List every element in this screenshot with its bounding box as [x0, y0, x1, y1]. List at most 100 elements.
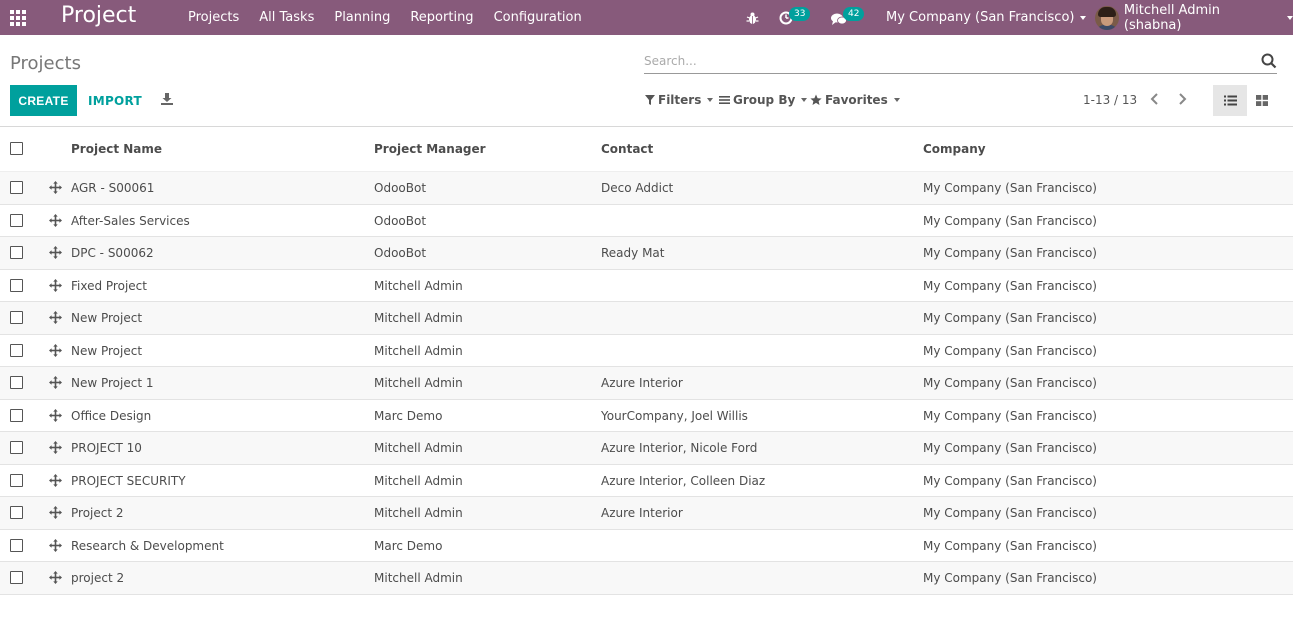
chevron-left-icon[interactable] [1149, 91, 1161, 107]
table-row[interactable]: Fixed Project Mitchell Admin My Company … [0, 270, 1293, 302]
search-bar [644, 50, 1277, 74]
pager-value[interactable]: 1-13 / 13 [1083, 93, 1137, 107]
drag-handle-icon[interactable] [49, 181, 62, 194]
cell-company: My Company (San Francisco) [923, 506, 1097, 520]
control-panel: Projects CREATE IMPORT Filters Group By … [0, 35, 1293, 127]
avatar [1095, 5, 1119, 30]
row-checkbox[interactable] [10, 213, 23, 227]
row-checkbox[interactable] [10, 343, 23, 357]
cell-project-manager: Marc Demo [374, 538, 443, 553]
column-header-project-manager[interactable]: Project Manager [374, 142, 486, 156]
cell-project-manager: OdooBot [374, 246, 427, 260]
drag-handle-icon[interactable] [49, 376, 62, 389]
menu-planning[interactable]: Planning [334, 0, 390, 35]
user-menu[interactable]: Mitchell Admin (shabna) [1095, 2, 1293, 33]
drag-handle-icon[interactable] [49, 538, 62, 552]
group-by-dropdown[interactable]: Group By [719, 93, 808, 107]
activity-count-badge: 33 [789, 7, 811, 21]
table-row[interactable]: Project 2 Mitchell Admin Azure Interior … [0, 497, 1293, 530]
debug-bug-icon[interactable] [746, 10, 759, 29]
row-checkbox[interactable] [10, 538, 23, 552]
favorites-dropdown[interactable]: Favorites [810, 93, 900, 107]
drag-handle-icon[interactable] [49, 213, 62, 227]
row-checkbox[interactable] [10, 506, 23, 519]
drag-handle-icon[interactable] [49, 473, 62, 487]
drag-handle-icon[interactable] [49, 571, 62, 584]
cell-project-manager: Mitchell Admin [374, 376, 463, 390]
menu-reporting[interactable]: Reporting [410, 0, 473, 35]
menu-configuration[interactable]: Configuration [494, 0, 582, 35]
column-header-contact[interactable]: Contact [601, 142, 653, 156]
drag-handle-icon[interactable] [49, 441, 62, 454]
company-name: My Company (San Francisco) [886, 10, 1075, 25]
drag-handle-icon[interactable] [49, 343, 62, 357]
menu-projects[interactable]: Projects [188, 0, 239, 35]
download-icon[interactable] [160, 92, 174, 106]
chevron-down-icon [1080, 15, 1087, 20]
table-row[interactable]: PROJECT SECURITY Mitchell Admin Azure In… [0, 465, 1293, 497]
apps-menu-icon[interactable] [10, 10, 26, 26]
search-input[interactable] [644, 50, 1244, 72]
table-row[interactable]: New Project 1 Mitchell Admin Azure Inter… [0, 367, 1293, 400]
table-row[interactable]: New Project Mitchell Admin My Company (S… [0, 335, 1293, 367]
bars-icon [719, 96, 730, 104]
drag-handle-icon[interactable] [49, 278, 62, 292]
cell-company: My Company (San Francisco) [923, 311, 1097, 325]
table-row[interactable]: DPC - S00062 OdooBot Ready Mat My Compan… [0, 237, 1293, 270]
menu-all-tasks[interactable]: All Tasks [259, 0, 314, 35]
cell-contact: YourCompany, Joel Willis [601, 408, 748, 423]
row-checkbox[interactable] [10, 278, 23, 292]
drag-handle-icon[interactable] [49, 506, 62, 519]
breadcrumb: Projects [10, 53, 81, 74]
search-icon[interactable] [1261, 53, 1277, 69]
cell-company: My Company (San Francisco) [923, 181, 1097, 195]
star-icon [810, 94, 822, 105]
column-header-company[interactable]: Company [923, 142, 986, 156]
drag-handle-icon[interactable] [49, 408, 62, 422]
chevron-down-icon [1287, 15, 1293, 20]
row-checkbox[interactable] [10, 181, 23, 194]
app-title: Project [61, 3, 137, 28]
table-row[interactable]: Research & Development Marc Demo My Comp… [0, 530, 1293, 562]
import-button[interactable]: IMPORT [85, 85, 145, 116]
column-header-project-name[interactable]: Project Name [71, 142, 162, 156]
cell-project-manager: Mitchell Admin [374, 278, 463, 293]
cell-company: My Company (San Francisco) [923, 278, 1097, 293]
create-button[interactable]: CREATE [10, 85, 77, 116]
kanban-view-button[interactable] [1247, 85, 1277, 116]
cell-project-name: New Project [71, 343, 143, 358]
table-row[interactable]: New Project Mitchell Admin My Company (S… [0, 302, 1293, 335]
cell-project-name: New Project 1 [71, 376, 154, 390]
row-checkbox[interactable] [10, 441, 23, 454]
drag-handle-icon[interactable] [49, 246, 62, 259]
table-row[interactable]: Office Design Marc Demo YourCompany, Joe… [0, 400, 1293, 432]
row-checkbox[interactable] [10, 571, 23, 584]
table-row[interactable]: AGR - S00061 OdooBot Deco Addict My Comp… [0, 172, 1293, 205]
list-view-button[interactable] [1213, 85, 1247, 116]
cell-project-name: Office Design [71, 408, 152, 423]
list-icon [1223, 95, 1237, 106]
cell-company: My Company (San Francisco) [923, 376, 1097, 390]
chevron-right-icon[interactable] [1176, 91, 1188, 107]
select-all-checkbox[interactable] [10, 142, 23, 155]
table-row[interactable]: project 2 Mitchell Admin My Company (San… [0, 562, 1293, 595]
cell-project-manager: Mitchell Admin [374, 343, 463, 358]
row-checkbox[interactable] [10, 311, 23, 324]
row-checkbox[interactable] [10, 408, 23, 422]
chevron-down-icon [801, 98, 808, 102]
table-row[interactable]: After-Sales Services OdooBot My Company … [0, 205, 1293, 237]
row-checkbox[interactable] [10, 246, 23, 259]
cell-project-name: Project 2 [71, 506, 124, 520]
drag-handle-icon[interactable] [49, 311, 62, 324]
row-checkbox[interactable] [10, 473, 23, 487]
cell-contact: Ready Mat [601, 246, 665, 260]
table-row[interactable]: PROJECT 10 Mitchell Admin Azure Interior… [0, 432, 1293, 465]
cell-company: My Company (San Francisco) [923, 343, 1097, 358]
filters-label: Filters [658, 93, 702, 107]
row-checkbox[interactable] [10, 376, 23, 389]
company-switcher[interactable]: My Company (San Francisco) [886, 10, 1087, 25]
user-name: Mitchell Admin (shabna) [1123, 2, 1220, 33]
group-by-label: Group By [733, 93, 796, 107]
filters-dropdown[interactable]: Filters [645, 93, 714, 107]
cell-project-manager: Mitchell Admin [374, 441, 463, 455]
